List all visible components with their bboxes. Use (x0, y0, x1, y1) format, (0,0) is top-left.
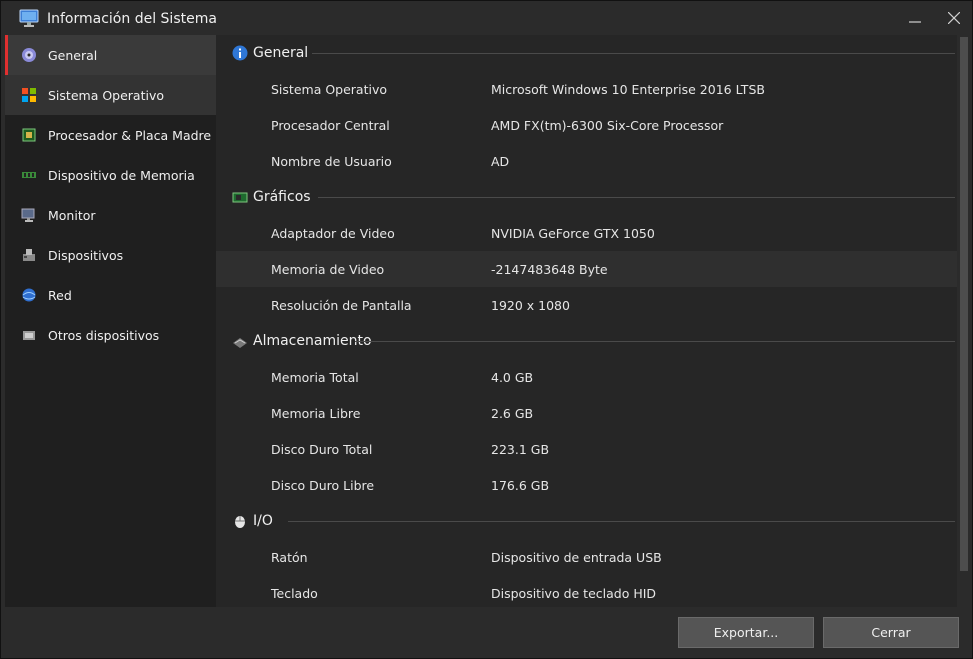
row-label: Teclado (271, 586, 318, 601)
sidebar-item-dispositivos[interactable]: Dispositivos (5, 235, 216, 275)
section-title: Gráficos (253, 189, 311, 205)
sidebar-item-label: Otros dispositivos (48, 328, 160, 343)
section-divider (355, 341, 955, 342)
section-header-general: General (216, 35, 957, 71)
info-row: Resolución de Pantalla 1920 x 1080 (216, 287, 957, 323)
info-row: Procesador Central AMD FX(tm)-6300 Six-C… (216, 107, 957, 143)
sidebar-item-red[interactable]: Red (5, 275, 216, 315)
system-info-window: Información del Sistema General Sistema … (0, 0, 973, 659)
row-label: Memoria Total (271, 370, 359, 385)
footer: Exportar... Cerrar (1, 607, 972, 658)
section-title: General (253, 45, 309, 61)
sidebar-item-label: Red (48, 288, 72, 303)
section-divider (318, 197, 955, 198)
row-value: AD (491, 154, 510, 169)
devices-icon (21, 247, 37, 263)
info-row: Disco Duro Total 223.1 GB (216, 431, 957, 467)
disc-icon (21, 47, 37, 63)
sidebar: General Sistema Operativo Procesador & P… (5, 35, 216, 607)
row-value: Dispositivo de entrada USB (491, 550, 662, 565)
sidebar-item-label: General (48, 48, 98, 63)
info-row: Disco Duro Libre 176.6 GB (216, 467, 957, 503)
scrollbar-thumb[interactable] (960, 37, 968, 571)
row-label: Ratón (271, 550, 308, 565)
section-header-graficos: Gráficos (216, 179, 957, 215)
details-panel: General Sistema Operativo Microsoft Wind… (216, 35, 957, 607)
sidebar-item-label: Dispositivos (48, 248, 124, 263)
row-value: 2.6 GB (491, 406, 534, 421)
network-icon (21, 287, 37, 303)
info-row: Memoria Total 4.0 GB (216, 359, 957, 395)
window-close-button[interactable] (942, 6, 966, 30)
ram-icon (21, 167, 37, 183)
sidebar-item-otros[interactable]: Otros dispositivos (5, 315, 216, 355)
row-label: Sistema Operativo (271, 82, 388, 97)
row-label: Procesador Central (271, 118, 390, 133)
row-value: 4.0 GB (491, 370, 534, 385)
sidebar-item-label: Monitor (48, 208, 96, 223)
info-row: Memoria Libre 2.6 GB (216, 395, 957, 431)
info-row: Adaptador de Video NVIDIA GeForce GTX 10… (216, 215, 957, 251)
graphics-card-icon (232, 189, 248, 205)
row-value: Dispositivo de teclado HID (491, 586, 657, 601)
sidebar-item-monitor[interactable]: Monitor (5, 195, 216, 235)
monitor-icon (21, 207, 37, 223)
sidebar-item-label: Procesador & Placa Madre (48, 128, 212, 143)
window-title: Información del Sistema (47, 11, 217, 27)
section-divider (312, 53, 955, 54)
sidebar-item-procesador[interactable]: Procesador & Placa Madre (5, 115, 216, 155)
row-label: Nombre de Usuario (271, 154, 392, 169)
storage-icon (232, 333, 248, 349)
minimize-button[interactable] (903, 6, 927, 30)
section-divider (288, 521, 955, 522)
sidebar-item-memoria[interactable]: Dispositivo de Memoria (5, 155, 216, 195)
row-value: -2147483648 Byte (491, 262, 608, 277)
row-label: Memoria Libre (271, 406, 361, 421)
row-value: NVIDIA GeForce GTX 1050 (491, 226, 655, 241)
minimize-icon (909, 21, 921, 23)
section-title: I/O (253, 513, 273, 529)
section-header-io: I/O (216, 503, 957, 539)
info-icon (232, 45, 248, 61)
row-value: Microsoft Windows 10 Enterprise 2016 LTS… (491, 82, 765, 97)
sidebar-item-general[interactable]: General (5, 35, 216, 75)
section-header-almacenamiento: Almacenamiento (216, 323, 957, 359)
sidebar-item-label: Sistema Operativo (48, 88, 165, 103)
cpu-icon (21, 127, 37, 143)
row-label: Disco Duro Libre (271, 478, 375, 493)
sidebar-item-label: Dispositivo de Memoria (48, 168, 195, 183)
info-row: Memoria de Video -2147483648 Byte (216, 251, 957, 287)
row-value: 223.1 GB (491, 442, 550, 457)
title-bar: Información del Sistema (1, 1, 972, 35)
info-row: Nombre de Usuario AD (216, 143, 957, 179)
export-button[interactable]: Exportar... (678, 617, 814, 648)
section-title: Almacenamiento (253, 333, 372, 349)
mouse-icon (232, 513, 248, 529)
sidebar-item-sistema-operativo[interactable]: Sistema Operativo (5, 75, 216, 115)
info-row: Teclado Dispositivo de teclado HID (216, 575, 957, 607)
vertical-scrollbar[interactable] (957, 35, 971, 607)
row-value: 1920 x 1080 (491, 298, 570, 313)
info-row: Ratón Dispositivo de entrada USB (216, 539, 957, 575)
row-label: Disco Duro Total (271, 442, 373, 457)
row-value: AMD FX(tm)-6300 Six-Core Processor (491, 118, 724, 133)
close-icon (948, 12, 960, 24)
row-label: Memoria de Video (271, 262, 385, 277)
other-devices-icon (21, 327, 37, 343)
row-label: Resolución de Pantalla (271, 298, 412, 313)
windows-logo-icon (21, 87, 37, 103)
row-value: 176.6 GB (491, 478, 550, 493)
monitor-icon (19, 8, 39, 28)
row-label: Adaptador de Video (271, 226, 395, 241)
info-row: Sistema Operativo Microsoft Windows 10 E… (216, 71, 957, 107)
close-button[interactable]: Cerrar (823, 617, 959, 648)
